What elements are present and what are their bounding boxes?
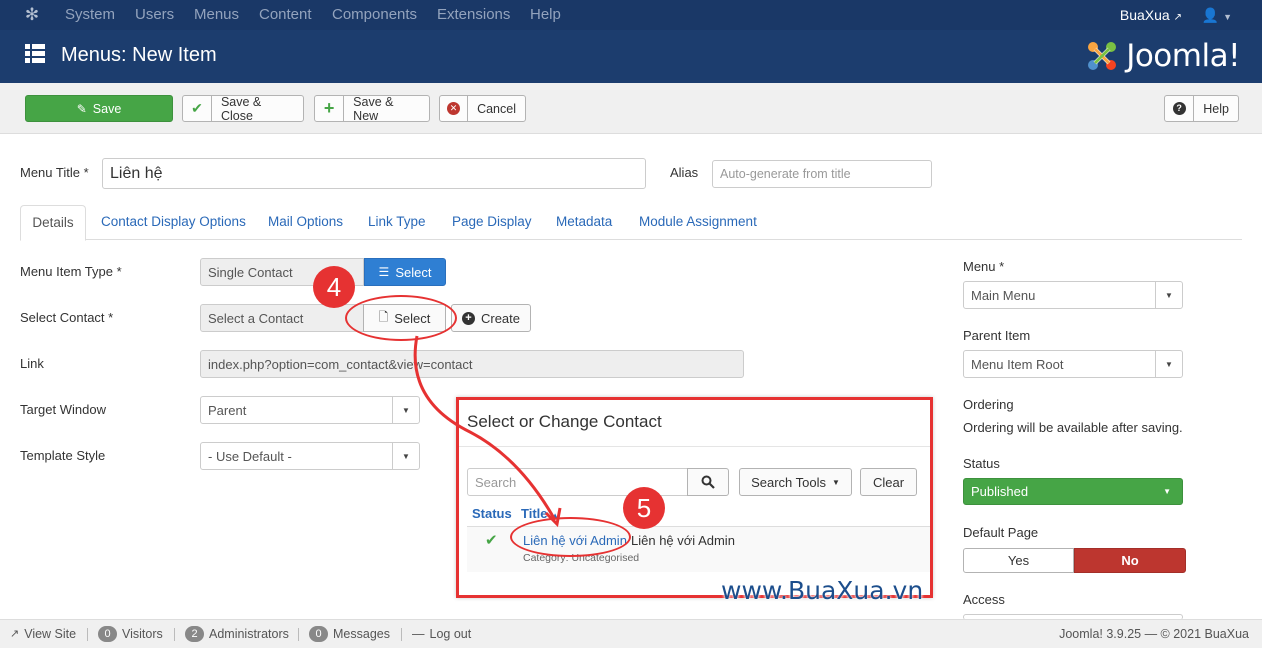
view-site-link[interactable]: ↗ View Site [10, 620, 76, 648]
annotation-arrow [413, 335, 562, 528]
step-5-badge: 5 [623, 487, 665, 529]
step-4-badge: 4 [313, 266, 355, 308]
minus-icon: — [412, 627, 425, 641]
status-footer: ↗ View Site 0 Visitors 2 Administrators 0 Me… [0, 619, 1262, 648]
footer-divider [87, 628, 88, 641]
visitors-count: 0 [98, 626, 117, 642]
highlight-oval-contact [510, 517, 631, 557]
footer-divider [401, 628, 402, 641]
highlight-oval-select [345, 295, 457, 341]
messages-count: 0 [309, 626, 328, 642]
logout-link[interactable]: — Log out [412, 620, 471, 648]
visitors-label: Visitors [122, 627, 163, 641]
admins-label: Administrators [209, 627, 289, 641]
footer-divider [298, 628, 299, 641]
admins-count: 2 [185, 626, 204, 642]
messages-label: Messages [333, 627, 390, 641]
visitors-link[interactable]: 0 Visitors [98, 620, 163, 648]
footer-version: Joomla! 3.9.25 — © 2021 BuaXua [1059, 627, 1249, 641]
administrators-link[interactable]: 2 Administrators [185, 620, 289, 648]
footer-divider [174, 628, 175, 641]
messages-link[interactable]: 0 Messages [309, 620, 390, 648]
logout-label: Log out [429, 627, 472, 641]
view-site-label: View Site [24, 627, 77, 641]
external-link-icon: ↗ [10, 628, 20, 640]
